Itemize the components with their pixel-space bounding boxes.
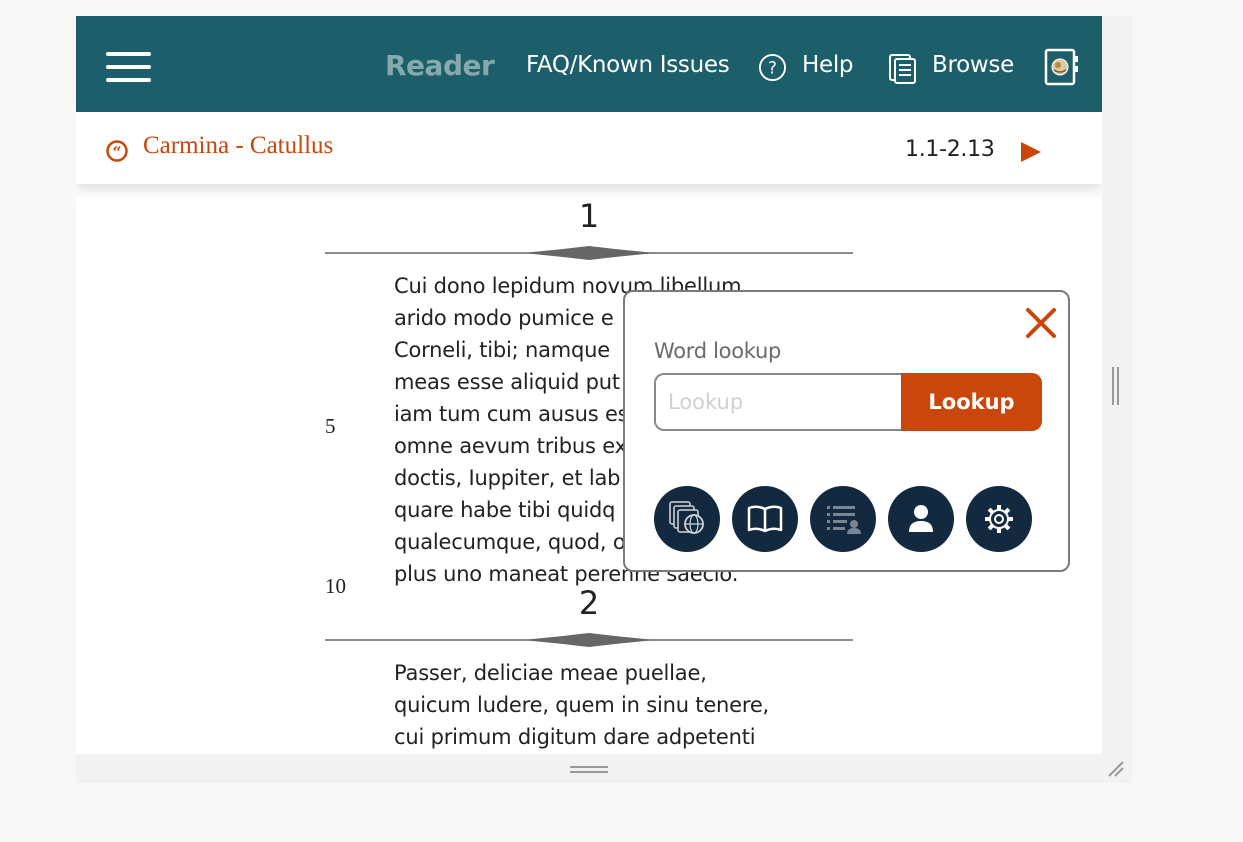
user-profile-button[interactable] (888, 486, 954, 552)
text-title-bar: “ Carmina - Catullus 1.1-2.13 (76, 112, 1102, 184)
verse-line[interactable]: Corneli, tibi; namque (394, 334, 610, 366)
verse-line[interactable]: quare habe tibi quidq (394, 494, 615, 526)
nav-brand-reader[interactable]: Reader (385, 49, 495, 82)
word-list-icon (827, 506, 861, 534)
text-title[interactable]: Carmina - Catullus (143, 132, 333, 160)
resize-handle-bottom[interactable] (570, 766, 608, 774)
poem-number: 1 (578, 197, 600, 235)
poem-divider (325, 246, 853, 260)
help-circle-icon[interactable]: ? (758, 53, 787, 82)
word-lookup-popup: Word lookup Lookup (623, 290, 1070, 572)
poem-number: 2 (578, 584, 600, 622)
word-lookup-label: Word lookup (654, 339, 782, 363)
verse-line[interactable]: meas esse aliquid put (394, 366, 620, 398)
verse-line[interactable]: omne aevum tribus ex (394, 430, 627, 462)
dictionary-book-icon (747, 505, 783, 533)
verse-line[interactable]: qualecumque, quod, o (394, 526, 626, 558)
hamburger-menu-icon[interactable] (106, 52, 152, 82)
user-profile-icon (909, 505, 933, 532)
settings-button[interactable] (966, 486, 1032, 552)
quote-icon: “ (106, 140, 128, 162)
settings-gear-icon (985, 505, 1013, 533)
nav-faq-link[interactable]: FAQ/Known Issues (526, 52, 730, 78)
line-number: 5 (325, 414, 336, 438)
verse-line[interactable]: doctis, Iuppiter, et lab (394, 462, 620, 494)
browse-book-icon[interactable] (888, 53, 918, 85)
verse-line[interactable]: quicum ludere, quem in sinu tenere, (394, 689, 769, 721)
profile-card-icon[interactable] (1044, 48, 1080, 86)
svg-text:?: ? (768, 58, 777, 77)
passage-range: 1.1-2.13 (905, 137, 995, 162)
svg-text:“: “ (112, 143, 121, 162)
lookup-button[interactable]: Lookup (901, 373, 1042, 431)
next-arrow-icon[interactable] (1021, 142, 1041, 162)
nav-help-link[interactable]: Help (802, 52, 854, 78)
resize-handle-corner[interactable] (1107, 760, 1127, 780)
verse-line[interactable]: arido modo pumice e (394, 302, 614, 334)
line-number: 10 (325, 574, 346, 598)
top-navigation: Reader FAQ/Known Issues ? Help Browse (76, 16, 1102, 112)
resize-handle-right[interactable] (1112, 367, 1120, 405)
lookup-input[interactable] (654, 373, 902, 431)
verse-line[interactable]: Passer, deliciae meae puellae, (394, 657, 707, 689)
nav-browse-link[interactable]: Browse (932, 52, 1014, 78)
poem-divider (325, 633, 853, 647)
parallel-texts-button[interactable] (654, 486, 720, 552)
parallel-texts-icon (669, 501, 704, 534)
verse-line[interactable]: cui primum digitum dare adpetenti (394, 721, 756, 753)
verse-line[interactable]: iam tum cum ausus es (394, 398, 629, 430)
close-icon[interactable] (1024, 306, 1058, 340)
dictionary-button[interactable] (732, 486, 798, 552)
word-list-button[interactable] (810, 486, 876, 552)
